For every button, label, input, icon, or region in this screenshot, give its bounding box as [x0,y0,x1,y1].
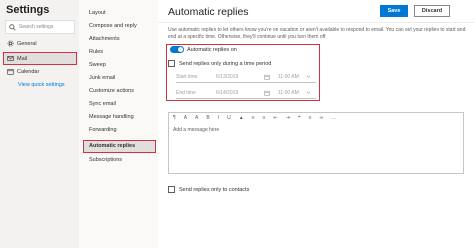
font-size-icon[interactable]: A [195,115,198,121]
menu-item-customize-actions[interactable]: Customize actions [89,88,134,94]
end-time-field[interactable]: 11:00 AM [278,90,306,96]
start-time-label: Start time [176,73,198,80]
menu-item-junk-email[interactable]: Junk email [89,75,115,81]
italic-icon[interactable]: I [218,115,219,121]
description-text: Use automatic replies to let others know… [168,27,466,40]
quote-icon[interactable]: ❝ [298,115,301,121]
sidebar-item-general[interactable]: General [5,38,37,49]
settings-sidebar: Settings General Mail Calendar View quic… [0,0,79,248]
format-icon[interactable]: ¶ [173,115,176,121]
time-period-checkbox[interactable] [168,60,175,67]
menu-item-attachments[interactable]: Attachments [89,36,120,42]
end-date-field[interactable]: 6/14/2019 [216,90,264,96]
chevron-down-icon[interactable] [306,74,311,79]
search-box[interactable] [5,20,75,34]
link-icon[interactable]: ∞ [320,115,324,121]
menu-item-compose-and-reply[interactable]: Compose and reply [89,23,137,29]
envelope-icon [7,56,14,61]
automatic-replies-toggle[interactable] [170,46,184,53]
save-button[interactable]: Save [380,5,408,17]
calendar-icon [7,69,14,75]
search-input[interactable] [19,24,74,30]
end-time-label: End time [176,89,196,96]
sidebar-item-mail[interactable]: Mail [3,52,77,65]
menu-item-sync-email[interactable]: Sync email [89,101,116,107]
calendar-icon[interactable] [264,90,270,96]
menu-item-subscriptions[interactable]: Subscriptions [89,157,122,163]
start-date-field[interactable]: 6/13/2019 [216,74,264,80]
start-time-row: Start time 6/13/2019 11:00 AM [176,71,316,83]
menu-item-rules[interactable]: Rules [89,49,103,55]
automatic-replies-pane: Automatic replies Save Discard Use autom… [158,0,474,248]
automatic-replies-toggle-row[interactable]: Automatic replies on [170,46,237,53]
chevron-down-icon[interactable] [306,90,311,95]
outdent-icon[interactable]: ⇤ [274,115,278,121]
sidebar-item-label: Mail [17,55,28,62]
sidebar-item-label: Calendar [17,68,40,75]
page-title: Automatic replies [168,6,249,18]
indent-icon[interactable]: ⇥ [286,115,290,121]
menu-item-layout[interactable]: Layout [89,10,106,16]
start-time-field[interactable]: 11:00 AM [278,74,306,80]
underline-icon[interactable]: U [227,115,231,121]
contacts-checkbox-row[interactable]: Send replies only to contacts [168,186,249,193]
discard-button[interactable]: Discard [414,5,450,17]
settings-title: Settings [6,4,50,16]
menu-item-forwarding[interactable]: Forwarding [89,127,117,133]
menu-item-message-handling[interactable]: Message handling [89,114,134,120]
contacts-label: Send replies only to contacts [179,186,250,193]
search-icon [9,23,16,31]
divider [158,22,474,23]
editor-toolbar: ¶ A A B I U ▲ ≡ ≡ ⇤ ⇥ ❝ ≡ ∞ … [169,113,463,122]
highlight-icon[interactable]: ▲ [239,115,244,121]
align-icon[interactable]: ≡ [309,115,312,121]
more-icon[interactable]: … [331,115,336,121]
mail-settings-menu: Layout Compose and reply Attachments Rul… [79,0,158,248]
view-quick-settings-link[interactable]: View quick settings [18,82,65,88]
calendar-icon[interactable] [264,74,270,80]
menu-item-sweep[interactable]: Sweep [89,62,106,68]
sidebar-item-calendar[interactable]: Calendar [5,66,39,77]
toggle-knob [178,47,183,52]
time-period-label: Send replies only during a time period [179,60,272,67]
editor-placeholder: Add a message here [173,127,220,133]
contacts-checkbox[interactable] [168,186,175,193]
menu-item-automatic-replies[interactable]: Automatic replies [83,140,156,153]
sidebar-item-label: General [17,40,37,47]
font-icon[interactable]: A [184,115,187,121]
time-period-checkbox-row[interactable]: Send replies only during a time period [168,60,271,67]
end-time-row: End time 6/14/2019 11:00 AM [176,87,316,99]
gear-icon [7,40,14,47]
numbering-icon[interactable]: ≡ [263,115,266,121]
bold-icon[interactable]: B [206,115,209,121]
bullets-icon[interactable]: ≡ [252,115,255,121]
toggle-label: Automatic replies on [187,46,237,53]
message-editor[interactable]: ¶ A A B I U ▲ ≡ ≡ ⇤ ⇥ ❝ ≡ ∞ … Add a mess… [168,112,464,174]
